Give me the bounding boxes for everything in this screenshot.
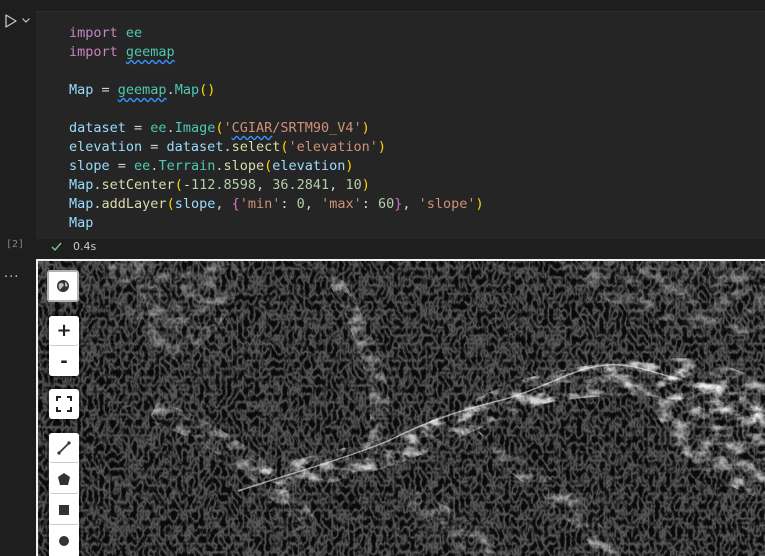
draw-polygon-button[interactable]: [49, 464, 79, 494]
code-line: import ee: [69, 25, 143, 41]
check-icon: [51, 242, 62, 251]
code-line: Map: [69, 215, 94, 231]
code-line: dataset = ee.Image('CGIAR/SRTM90_V4'): [69, 120, 370, 136]
cell-gutter: [2] ...: [0, 0, 36, 554]
chevron-down-icon[interactable]: [21, 15, 31, 25]
slope-layer[interactable]: [38, 261, 765, 556]
more-actions-button[interactable]: ...: [4, 266, 19, 281]
draw-rectangle-button[interactable]: [49, 495, 79, 525]
polyline-icon: [57, 440, 71, 455]
draw-polyline-button[interactable]: [49, 433, 79, 463]
draw-circle-button[interactable]: [49, 526, 79, 556]
zoom-in-button[interactable]: +: [49, 316, 79, 346]
run-cell-icon[interactable]: [3, 13, 19, 29]
zoom-out-button[interactable]: -: [49, 346, 79, 376]
zoom-controls: + -: [49, 316, 79, 376]
code-line: import geemap: [69, 44, 175, 60]
code-line: elevation = dataset.select('elevation'): [69, 139, 387, 155]
circle-icon: [59, 536, 69, 546]
code-cell-editor[interactable]: import ee import geemap Map = geemap.Map…: [36, 11, 765, 239]
code-block[interactable]: import ee import geemap Map = geemap.Map…: [69, 24, 484, 233]
polygon-icon: [58, 472, 70, 485]
code-line: slope = ee.Terrain.slope(elevation): [69, 158, 354, 174]
draw-toolbar: [49, 433, 79, 556]
code-line: Map.addLayer(slope, {'min': 0, 'max': 60…: [69, 196, 484, 212]
zoom-in-label: +: [56, 320, 72, 341]
zoom-out-label: -: [60, 350, 68, 372]
execution-duration: 0.4s: [73, 239, 97, 253]
code-line: Map = geemap.Map(): [69, 82, 216, 98]
code-line: Map.setCenter(-112.8598, 36.2841, 10): [69, 177, 370, 193]
execution-status: 0.4s: [50, 238, 96, 254]
globe-icon: [57, 280, 69, 292]
basemap-button[interactable]: [47, 270, 79, 302]
fullscreen-button[interactable]: [49, 389, 79, 419]
rectangle-icon: [59, 504, 69, 515]
fullscreen-icon: [56, 396, 72, 412]
map-widget[interactable]: + -: [36, 259, 765, 556]
execution-count: [2]: [5, 239, 25, 250]
